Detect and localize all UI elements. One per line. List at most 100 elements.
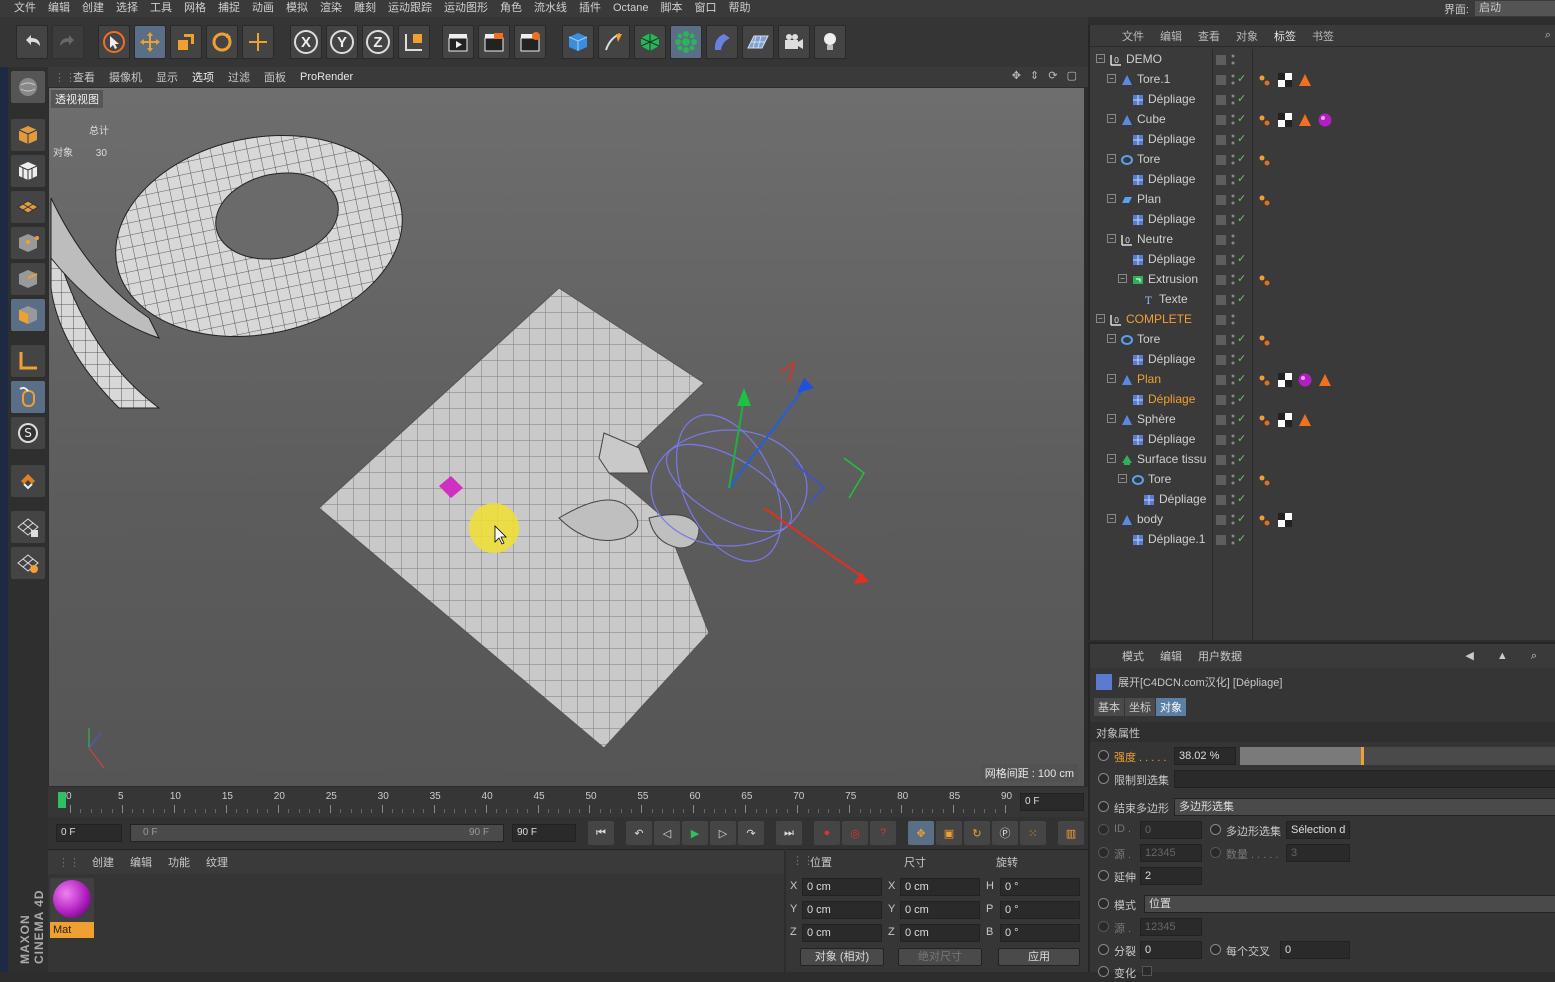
menu-script[interactable]: 脚本 xyxy=(654,0,688,17)
object-row[interactable]: − Plan ✓ xyxy=(1090,370,1555,390)
object-name[interactable]: Plan xyxy=(1137,192,1161,206)
size-y-field[interactable]: 0 cm xyxy=(900,901,980,919)
cube-primitive-button[interactable] xyxy=(562,25,594,59)
object-name[interactable]: body xyxy=(1137,512,1163,526)
menu-help[interactable]: 帮助 xyxy=(722,0,756,17)
timeline-ruler[interactable]: 0 5 10 15 20 25 30 35 40 45 50 55 60 65 70 75 80 85 90 0 F xyxy=(48,787,1088,817)
enabled-check-icon[interactable]: ✓ xyxy=(1237,472,1246,485)
object-row[interactable]: − Cube ✓ xyxy=(1090,110,1555,130)
phong-tag-icon[interactable] xyxy=(1258,333,1272,347)
rotate-tool-button[interactable] xyxy=(206,25,238,59)
visibility-dots-icon[interactable] xyxy=(1231,153,1235,167)
menu-file[interactable]: 文件 xyxy=(0,0,42,17)
enabled-check-icon[interactable]: ✓ xyxy=(1237,512,1246,525)
checker-tag-icon[interactable] xyxy=(1278,513,1292,527)
phong-tag-icon[interactable] xyxy=(1258,273,1272,287)
enabled-check-icon[interactable]: ✓ xyxy=(1237,112,1246,125)
texture-mode-button[interactable] xyxy=(11,155,45,187)
visibility-dots-icon[interactable] xyxy=(1231,393,1235,407)
limit-radio[interactable] xyxy=(1098,773,1109,784)
end-poly-radio[interactable] xyxy=(1098,801,1109,812)
object-name[interactable]: Dépliage xyxy=(1148,392,1195,406)
visibility-dots-icon[interactable] xyxy=(1231,273,1235,287)
object-row[interactable]: − Tore.1 ✓ xyxy=(1090,70,1555,90)
menu-character[interactable]: 角色 xyxy=(494,0,528,17)
frame-range-slider[interactable]: 0 F 90 F xyxy=(130,824,504,842)
menu-snap[interactable]: 捕捉 xyxy=(212,0,246,17)
object-row[interactable]: Dépliage ✓ xyxy=(1090,210,1555,230)
om-menu-file[interactable]: 文件 xyxy=(1114,28,1152,44)
key-parameter-button[interactable]: Ⓟ xyxy=(992,821,1018,845)
om-menu-bookmarks[interactable]: 书签 xyxy=(1304,28,1342,44)
spline-pen-button[interactable] xyxy=(598,25,630,59)
object-name[interactable]: Sphère xyxy=(1137,412,1176,426)
y-axis-lock-button[interactable]: Y xyxy=(326,25,358,59)
visibility-dots-icon[interactable] xyxy=(1231,93,1235,107)
axis-mode-button[interactable] xyxy=(11,345,45,377)
menu-pipeline[interactable]: 流水线 xyxy=(528,0,573,17)
rot-p-field[interactable]: 0 ° xyxy=(1000,901,1080,919)
tree-expander-icon[interactable]: − xyxy=(1107,114,1116,123)
key-rotation-button[interactable]: ↻ xyxy=(964,821,990,845)
split-field[interactable]: 0 xyxy=(1140,941,1202,959)
playhead[interactable] xyxy=(58,792,66,808)
object-name[interactable]: Dépliage xyxy=(1148,172,1195,186)
tab-object[interactable]: 对象 xyxy=(1156,698,1186,716)
end-poly-dropdown[interactable]: 多边形选集 xyxy=(1174,798,1555,816)
object-name[interactable]: Dépliage xyxy=(1148,132,1195,146)
object-row[interactable]: − body ✓ xyxy=(1090,510,1555,530)
perspective-viewport[interactable]: 透视视图 总计 对象 30 网格间距 : 100 cm xyxy=(48,87,1085,787)
coord-mode-dropdown[interactable]: 对象 (相对) xyxy=(800,948,884,966)
tree-expander-icon[interactable]: − xyxy=(1096,54,1105,63)
visibility-dots-icon[interactable] xyxy=(1231,233,1235,247)
enabled-check-icon[interactable]: ✓ xyxy=(1237,432,1246,445)
triangle-tag-icon[interactable] xyxy=(1298,113,1312,127)
play-button[interactable]: ▶ xyxy=(682,821,708,845)
menu-edit[interactable]: 编辑 xyxy=(42,0,76,17)
material-tag-icon[interactable] xyxy=(1318,113,1332,127)
auto-key-button[interactable]: ◎ xyxy=(842,821,868,845)
tweak-mode-button[interactable] xyxy=(11,381,45,413)
menu-octane[interactable]: Octane xyxy=(607,0,654,17)
pos-z-field[interactable]: 0 cm xyxy=(802,924,882,942)
visibility-dots-icon[interactable] xyxy=(1231,253,1235,267)
material-menu-edit[interactable]: 编辑 xyxy=(122,854,160,870)
render-view-button[interactable] xyxy=(442,25,474,59)
menu-plugins[interactable]: 插件 xyxy=(573,0,607,17)
visibility-dots-icon[interactable] xyxy=(1231,413,1235,427)
workplane-lock-button[interactable] xyxy=(11,547,45,579)
layer-box[interactable] xyxy=(1216,55,1226,65)
visibility-dots-icon[interactable] xyxy=(1231,53,1235,67)
material-tag-icon[interactable] xyxy=(1298,373,1312,387)
object-name[interactable]: Dépliage xyxy=(1148,432,1195,446)
strength-radio[interactable] xyxy=(1098,750,1109,761)
transform-tool-button[interactable] xyxy=(242,25,274,59)
workplane-mode-button[interactable] xyxy=(11,191,45,223)
visibility-dots-icon[interactable] xyxy=(1231,333,1235,347)
object-row[interactable]: − Surface tissu ✓ xyxy=(1090,450,1555,470)
visibility-dots-icon[interactable] xyxy=(1231,433,1235,447)
attr-menu-userdata[interactable]: 用户数据 xyxy=(1190,648,1250,664)
make-editable-button[interactable] xyxy=(11,71,45,103)
checker-tag-icon[interactable] xyxy=(1278,413,1292,427)
layer-box[interactable] xyxy=(1216,215,1226,225)
object-row[interactable]: Dépliage ✓ xyxy=(1090,170,1555,190)
enabled-check-icon[interactable]: ✓ xyxy=(1237,132,1246,145)
key-scale-button[interactable]: ▣ xyxy=(936,821,962,845)
triangle-tag-icon[interactable] xyxy=(1298,73,1312,87)
object-row[interactable]: Dépliage ✓ xyxy=(1090,250,1555,270)
menu-sculpt[interactable]: 雕刻 xyxy=(348,0,382,17)
layer-box[interactable] xyxy=(1216,135,1226,145)
enabled-check-icon[interactable]: ✓ xyxy=(1237,172,1246,185)
rot-b-field[interactable]: 0 ° xyxy=(1000,924,1080,942)
object-name[interactable]: Tore xyxy=(1137,332,1160,346)
cloner-button[interactable] xyxy=(670,25,702,59)
object-row[interactable]: − Sphère ✓ xyxy=(1090,410,1555,430)
object-row[interactable]: Dépliage ✓ xyxy=(1090,430,1555,450)
tree-expander-icon[interactable]: − xyxy=(1107,454,1116,463)
om-menu-edit[interactable]: 编辑 xyxy=(1152,28,1190,44)
strength-slider[interactable] xyxy=(1240,747,1555,765)
layer-box[interactable] xyxy=(1216,195,1226,205)
enabled-check-icon[interactable]: ✓ xyxy=(1237,212,1246,225)
visibility-dots-icon[interactable] xyxy=(1231,113,1235,127)
